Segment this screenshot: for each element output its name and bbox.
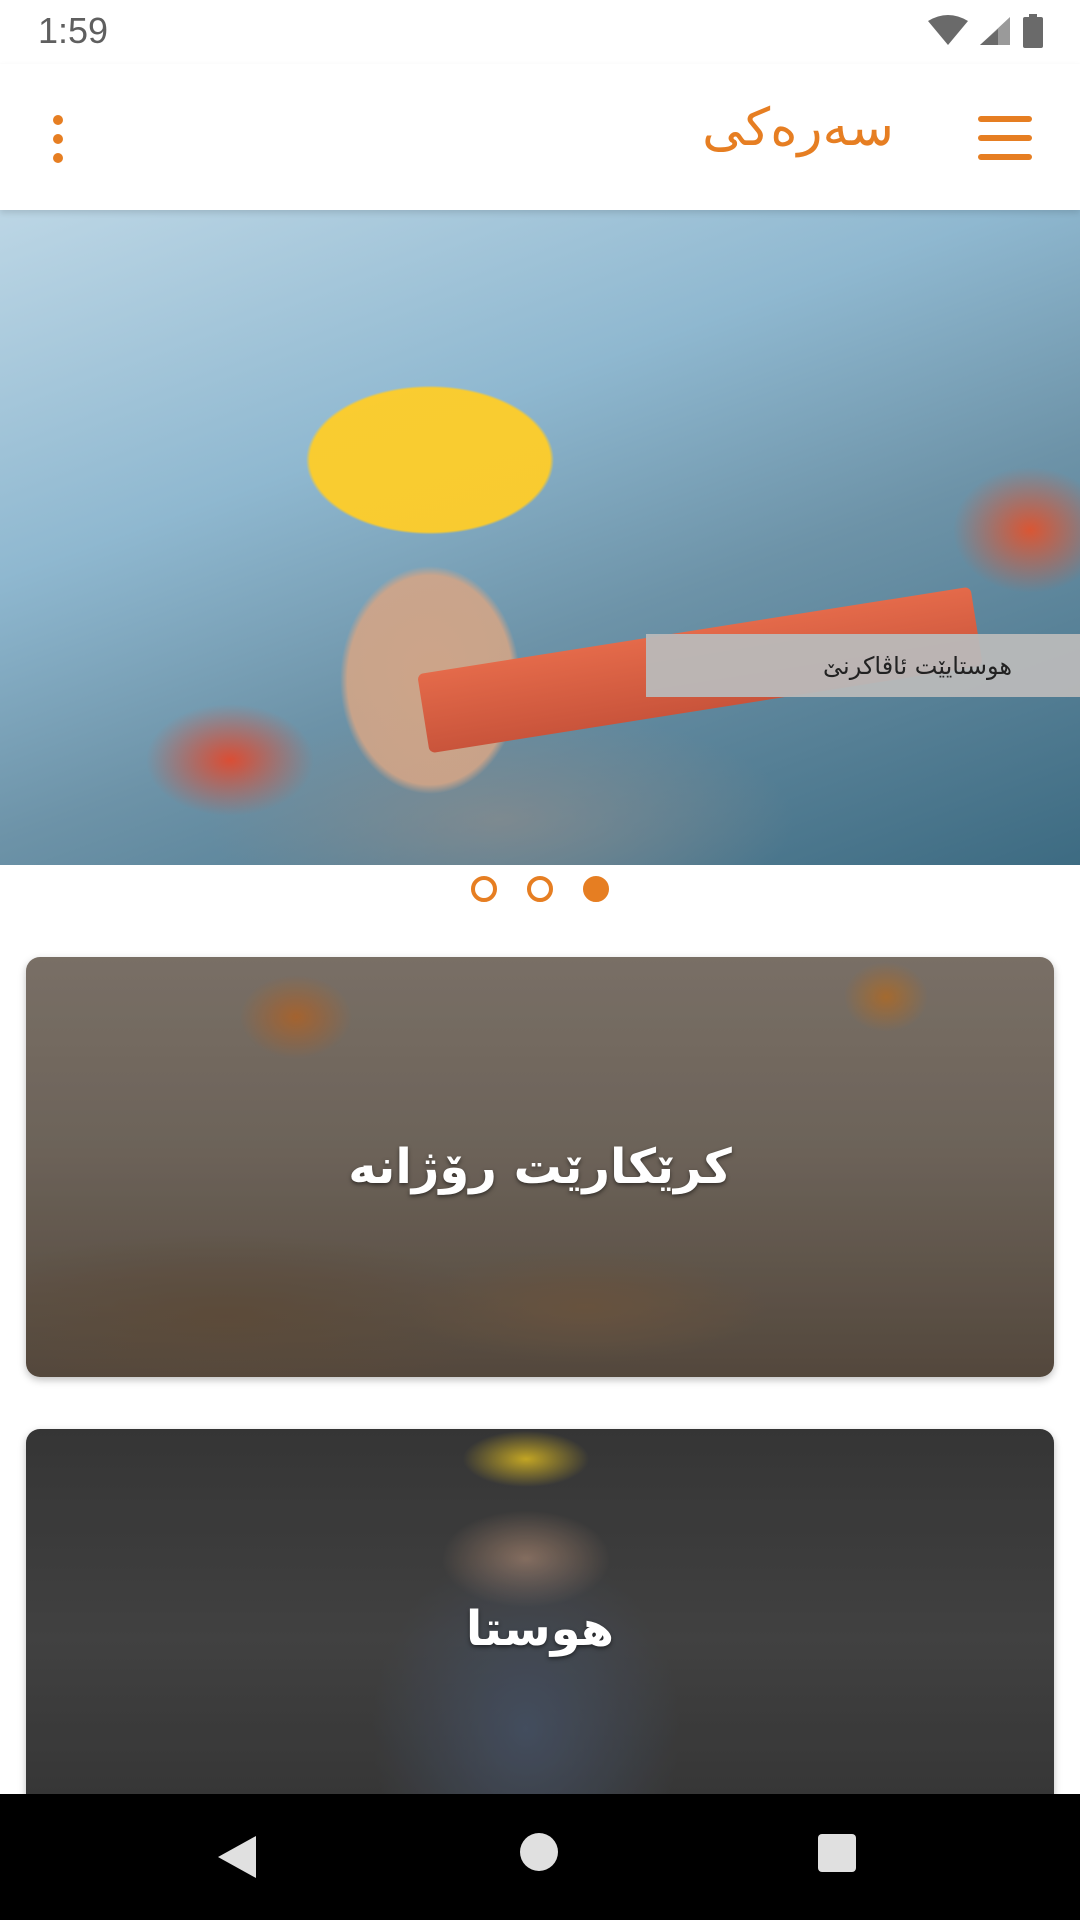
status-icons — [928, 14, 1044, 48]
pager-dot-2[interactable] — [527, 876, 553, 902]
slide-caption-text: هوستایێت ئاڤاکرنێ — [823, 651, 1012, 680]
status-time: 1:59 — [38, 10, 109, 51]
signal-icon — [980, 17, 1010, 45]
wifi-icon — [928, 15, 968, 45]
category-card-daily-workers[interactable]: کرێکارێت رۆژانە — [26, 957, 1054, 1377]
slide-caption: هوستایێت ئاڤاکرنێ — [646, 634, 1080, 697]
screen: 1:59 سەرەکی هوستایێت ئاڤاکرنێ کرێکارێت ر… — [0, 0, 1080, 1920]
slider-pager — [0, 876, 1080, 906]
more-vertical-icon[interactable] — [30, 104, 86, 174]
home-icon[interactable] — [520, 1833, 558, 1871]
card-label: هوستا — [465, 1601, 615, 1657]
back-icon[interactable] — [218, 1836, 256, 1878]
battery-icon — [1023, 14, 1043, 48]
recents-icon[interactable] — [818, 1834, 856, 1872]
card-label: کرێکارێت رۆژانە — [348, 1139, 732, 1195]
pager-dot-3[interactable] — [583, 876, 609, 902]
hamburger-menu-icon[interactable] — [978, 116, 1032, 160]
app-bar: سەرەکی — [0, 64, 1080, 210]
category-card-craftsmen[interactable]: هوستا — [26, 1429, 1054, 1849]
status-bar: 1:59 — [0, 0, 1080, 64]
page-title: سەرەکی — [702, 98, 894, 158]
system-nav-bar — [0, 1794, 1080, 1920]
image-slider[interactable]: هوستایێت ئاڤاکرنێ — [0, 210, 1080, 865]
pager-dot-1[interactable] — [471, 876, 497, 902]
